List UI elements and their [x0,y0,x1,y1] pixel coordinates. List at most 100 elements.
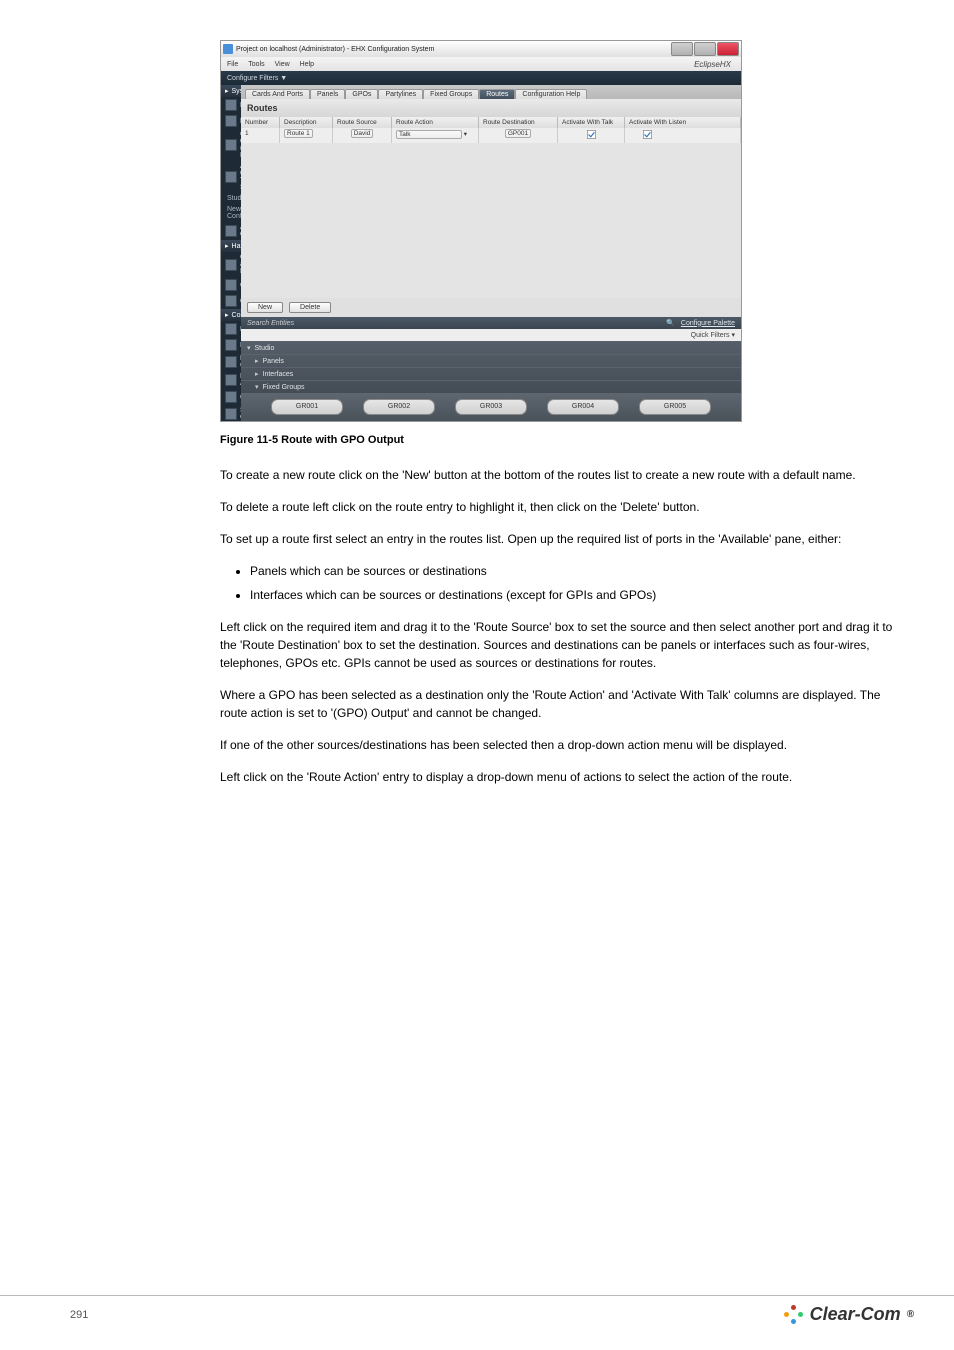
cell-description[interactable]: Route 1 [280,128,333,143]
col-number[interactable]: Number [241,117,280,128]
grid-toolbar: New Delete [241,298,741,317]
sidebar-panels[interactable]: Panels [221,321,241,337]
menubar: File Tools View Help EclipseHX [221,57,741,71]
cards-icon [225,259,237,271]
tree-panels[interactable]: Panels [241,354,741,367]
figure-caption: Figure 11-5 Route with GPO Output [220,434,894,446]
menu-view[interactable]: View [275,61,290,68]
para-3: To set up a route first select an entry … [220,530,894,548]
search-input[interactable]: Search Entities [247,320,447,327]
palette-item[interactable]: GR005 [639,399,711,415]
app-screenshot: Project on localhost (Administrator) - E… [220,40,742,422]
minimize-button[interactable] [671,42,693,56]
cell-act-listen[interactable] [625,128,741,143]
gpi-icon [225,295,237,307]
sidebar-partylines[interactable]: Partylines [221,337,241,353]
sidebar-local-adv[interactable]: Local Advanced [221,371,241,389]
search-icon[interactable]: 🔍 [666,319,675,327]
quick-filters[interactable]: Quick Filters ▾ [241,329,741,341]
app-icon [223,44,233,54]
content-title: Routes [241,99,741,117]
col-destination[interactable]: Route Destination [479,117,558,128]
tree-interfaces[interactable]: Interfaces [241,367,741,380]
sidebar-new-config[interactable]: New Configuration [221,204,241,222]
delete-button[interactable]: Delete [289,302,331,313]
menu-tools[interactable]: Tools [248,61,264,68]
sidebar-gpos[interactable]: GPOs [221,277,241,293]
configure-palette-link[interactable]: Configure Palette [681,320,735,327]
page-number: 291 [70,1309,88,1321]
tab-panels[interactable]: Panels [310,89,345,99]
cell-action[interactable]: Talk ▾ [392,128,479,143]
tab-partylines[interactable]: Partylines [378,89,423,99]
palette-items: GR001 GR002 GR003 GR004 GR005 [241,393,741,421]
sidebar-section-hardware[interactable]: ▸ Hardware [221,240,241,252]
para-4: Left click on the required item and drag… [220,618,894,672]
palette-searchbar: Search Entities 🔍 Configure Palette [241,317,741,329]
tab-config-help[interactable]: Configuration Help [515,89,587,99]
sidebar-studio-hdr: Studio [221,193,241,204]
cell-source[interactable]: David [333,128,392,143]
sidebar-fixed-groups[interactable]: Fixed Groups [221,353,241,371]
cell-destination[interactable]: GP001 [479,128,558,143]
palette-tree: Studio Panels Interfaces Fixed Groups [241,341,741,393]
configure-filters-label: Configure Filters ▼ [227,75,287,82]
para-5: Where a GPO has been selected as a desti… [220,686,894,722]
grid-row[interactable]: 1 Route 1 David Talk ▾ GP001 [241,128,741,143]
online-icon [225,139,237,151]
routes-grid: Number Description Route Source Route Ac… [241,117,741,317]
palette-item[interactable]: GR001 [271,399,343,415]
palette-item[interactable]: GR004 [547,399,619,415]
gpo-icon [225,279,237,291]
para-2: To delete a route left click on the rout… [220,498,894,516]
sidebar: ▸ System Layout Monitoring Go Online (No… [221,85,241,421]
monitor-icon [225,115,237,127]
sidebar-gpis[interactable]: GPIs [221,293,241,309]
close-button[interactable] [717,42,739,56]
fg-icon [225,356,237,368]
sidebar-section-system[interactable]: ▸ System [221,85,241,97]
tab-routes[interactable]: Routes [479,89,515,99]
sidebar-item-apply-changes-sys[interactable]: Apply Changes To System [221,161,241,193]
menu-file[interactable]: File [227,61,238,68]
tree-fixed-groups[interactable]: Fixed Groups [241,380,741,393]
para-7: Left click on the 'Route Action' entry t… [220,768,894,786]
col-action[interactable]: Route Action [392,117,479,128]
bullet-2: Interfaces which can be sources or desti… [250,586,894,604]
tab-gpos[interactable]: GPOs [345,89,378,99]
para-1: To create a new route click on the 'New'… [220,466,894,484]
col-description[interactable]: Description [280,117,333,128]
palette-item[interactable]: GR002 [363,399,435,415]
para-6: If one of the other sources/destinations… [220,736,894,754]
window-title: Project on localhost (Administrator) - E… [236,46,434,53]
tabstrip: Cards And Ports Panels GPOs Partylines F… [241,85,741,99]
brand-logo: EclipseHX [694,60,731,69]
sidebar-item-monitoring[interactable]: Monitoring [221,113,241,129]
party-icon [225,339,237,351]
tab-fixed-groups[interactable]: Fixed Groups [423,89,479,99]
local-icon [225,374,237,386]
sidebar-section-config[interactable]: ▸ Configuration [221,309,241,321]
sidebar-controls[interactable]: Controls [221,389,241,405]
configure-filters-bar[interactable]: Configure Filters ▼ [221,71,741,85]
col-source[interactable]: Route Source [333,117,392,128]
sidebar-apply-changes[interactable]: Apply Changes [221,222,241,240]
apply-icon [225,171,237,183]
maximize-button[interactable] [694,42,716,56]
bullet-list: Panels which can be sources or destinati… [220,562,894,604]
cell-act-talk[interactable] [558,128,625,143]
sidebar-cards-ports[interactable]: Cards and Ports [221,252,241,277]
sidebar-item-go-online[interactable]: Go Online (No Merge) [221,129,241,161]
tab-cards-ports[interactable]: Cards And Ports [245,89,310,99]
tree-studio[interactable]: Studio [241,341,741,354]
new-button[interactable]: New [247,302,283,313]
palette-item[interactable]: GR003 [455,399,527,415]
content-area: Cards And Ports Panels GPOs Partylines F… [241,85,741,421]
col-act-listen[interactable]: Activate With Listen [625,117,741,128]
panels-icon [225,323,237,335]
menu-help[interactable]: Help [300,61,314,68]
grid-header: Number Description Route Source Route Ac… [241,117,741,128]
sidebar-item-layout[interactable]: Layout [221,97,241,113]
sidebar-sort-groups[interactable]: Sort Groups [221,405,241,421]
col-act-talk[interactable]: Activate With Talk [558,117,625,128]
